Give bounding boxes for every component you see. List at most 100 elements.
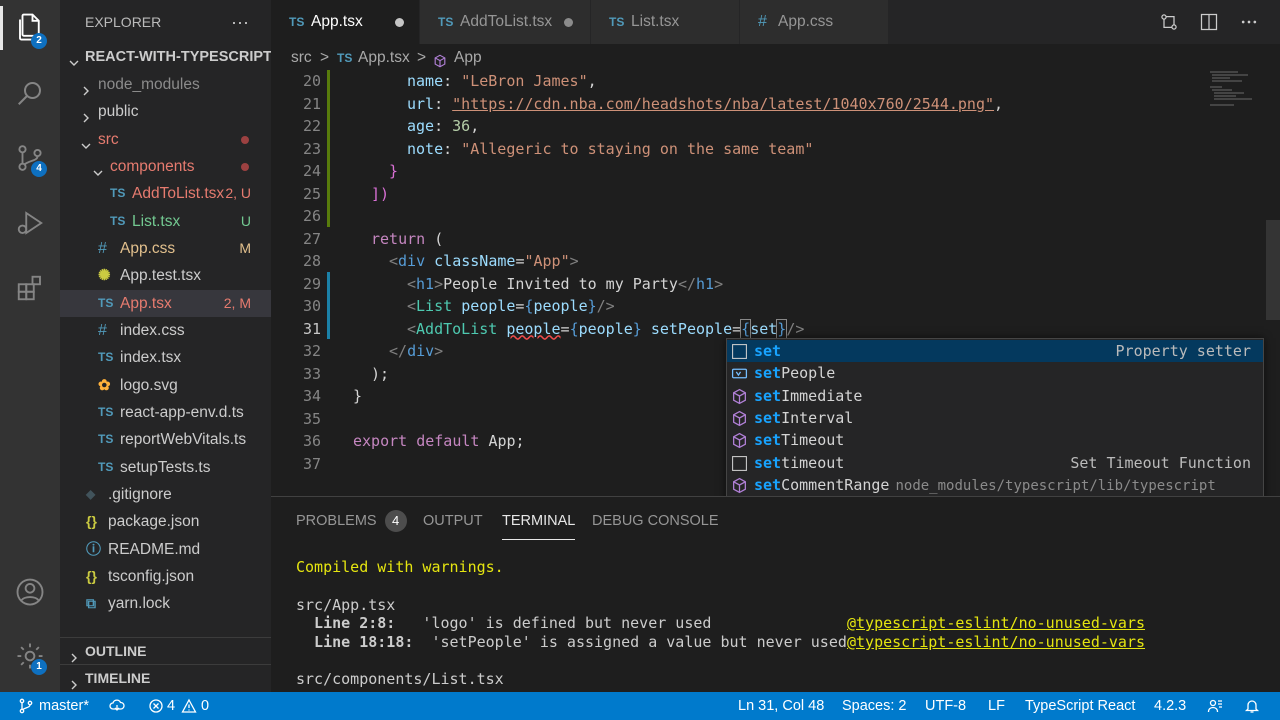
tree-item-label: List.tsx — [132, 213, 181, 230]
encoding[interactable]: UTF-8 — [925, 692, 966, 720]
suggestion-label: setInterval — [754, 407, 853, 429]
code-token: div — [407, 342, 435, 360]
git-status: 2, M — [223, 295, 251, 311]
git-branch-icon — [19, 698, 33, 714]
method-icon — [731, 432, 748, 449]
accounts-activity[interactable] — [0, 567, 60, 617]
css-file-icon: # — [98, 240, 107, 257]
tree-item-label: index.tsx — [120, 349, 182, 366]
explorer-sidebar: EXPLORER ··· REACT-WITH-TYPESCRIPT OUTLI… — [60, 0, 272, 692]
tree-item[interactable]: components — [60, 153, 271, 180]
minimap[interactable] — [1208, 70, 1268, 110]
code-token: h1 — [416, 274, 435, 293]
tree-item[interactable]: TS setupTests.ts — [60, 454, 271, 481]
tab-app-css[interactable]: # App.css — [740, 0, 889, 44]
tree-item[interactable]: # index.css — [60, 317, 271, 344]
code-token: } — [353, 387, 363, 405]
breadcrumb-symbol[interactable]: App — [454, 44, 482, 72]
ts-version[interactable]: 4.2.3 — [1154, 692, 1186, 720]
code-token: h1 — [696, 274, 715, 293]
explorer-activity[interactable]: 2 — [0, 2, 60, 52]
tree-item[interactable]: TS App.tsx 2, M — [60, 290, 271, 317]
extensions-activity[interactable] — [0, 263, 60, 313]
tree-item[interactable]: TS react-app-env.d.ts — [60, 399, 271, 426]
tab-problems[interactable]: PROBLEMS 4 — [296, 497, 407, 545]
bell-icon[interactable] — [1244, 698, 1260, 714]
open-changes-icon[interactable] — [1159, 12, 1179, 32]
editor-tabs: TS App.tsx TS AddToList.tsx TS List.tsx … — [271, 0, 1280, 44]
chevron-right-icon — [80, 79, 92, 96]
tab-debug-console[interactable]: DEBUG CONSOLE — [592, 497, 719, 545]
tab-output[interactable]: OUTPUT — [423, 497, 483, 545]
search-activity[interactable] — [0, 68, 60, 118]
tab-terminal[interactable]: TERMINAL — [502, 497, 576, 540]
suggestion-item[interactable]: setPeople — [727, 362, 1263, 384]
editor-scrollbar[interactable] — [1266, 220, 1280, 320]
source-control-activity[interactable]: 4 — [0, 133, 60, 183]
warning-position: Line 2:8: — [296, 614, 396, 632]
suggestion-type: Set Timeout Function — [1070, 453, 1251, 472]
feedback-icon[interactable] — [1207, 698, 1223, 714]
suggestion-label: setImmediate — [754, 385, 862, 407]
warning-position: Line 18:18: — [296, 633, 414, 651]
suggestion-match: set — [754, 342, 782, 360]
timeline-section[interactable]: TIMELINE — [60, 664, 271, 692]
tree-item[interactable]: TS index.tsx — [60, 344, 271, 371]
suggestion-item[interactable]: setInterval — [727, 407, 1263, 429]
end-of-line[interactable]: LF — [988, 692, 1005, 720]
unsaved-dot-icon[interactable] — [395, 18, 404, 27]
eslint-rule-link[interactable]: @typescript-eslint/no-unused-vars — [847, 614, 1145, 633]
tree-item[interactable]: ✺ App.test.tsx — [60, 262, 271, 289]
tree-item[interactable]: ✿ logo.svg — [60, 372, 271, 399]
tree-item[interactable]: TS AddToList.tsx 2, U — [60, 180, 271, 207]
tab-list-tsx[interactable]: TS List.tsx — [591, 0, 740, 44]
code-token: note — [407, 139, 444, 158]
more-actions-button[interactable]: ··· — [231, 0, 249, 44]
split-editor-icon[interactable] — [1199, 12, 1219, 32]
tree-item[interactable]: TS List.tsx U — [60, 208, 271, 235]
unsaved-dot-icon[interactable] — [564, 18, 573, 27]
tree-item[interactable]: {} tsconfig.json — [60, 563, 271, 590]
tree-item[interactable]: {} package.json — [60, 508, 271, 535]
git-branch[interactable]: master* — [39, 692, 89, 720]
outline-section[interactable]: OUTLINE — [60, 637, 271, 665]
language-mode[interactable]: TypeScript React — [1025, 692, 1135, 720]
tree-item[interactable]: # App.css M — [60, 235, 271, 262]
suggestion-match: set — [754, 364, 782, 383]
suggestion-item[interactable]: settimeout Set Timeout Function — [727, 452, 1263, 474]
code-token: App; — [488, 432, 525, 450]
breadcrumb-folder[interactable]: src — [291, 44, 312, 72]
code-token: people — [533, 297, 588, 315]
error-count[interactable]: 4 — [167, 692, 175, 720]
tab-app-tsx[interactable]: TS App.tsx — [271, 0, 420, 44]
tree-item-label: src — [98, 131, 119, 148]
info-file-icon: ⓘ — [86, 541, 102, 558]
suggestion-item[interactable]: set Property setter — [727, 340, 1263, 363]
code-line: <h1>People Invited to my Party</h1> — [407, 274, 724, 293]
sync-icon[interactable] — [109, 698, 125, 714]
tree-item[interactable]: node_modules — [60, 71, 271, 98]
suggestion-item[interactable]: setImmediate — [727, 385, 1263, 407]
eslint-rule-link[interactable]: @typescript-eslint/no-unused-vars — [847, 633, 1145, 652]
code-token: people — [461, 297, 516, 315]
tree-item[interactable]: ⓘ README.md — [60, 536, 271, 563]
indentation[interactable]: Spaces: 2 — [842, 692, 907, 720]
code-token: ( — [425, 229, 444, 248]
suggestion-item[interactable]: setTimeout — [727, 429, 1263, 451]
manage-activity[interactable]: 1 — [0, 631, 60, 681]
more-icon[interactable] — [1239, 12, 1259, 32]
tree-item[interactable]: ⧉ yarn.lock — [60, 590, 271, 617]
tree-item[interactable]: src — [60, 126, 271, 153]
tab-addtolist-tsx[interactable]: TS AddToList.tsx — [420, 0, 591, 44]
warning-count[interactable]: 0 — [201, 692, 209, 720]
tree-item[interactable]: TS reportWebVitals.ts — [60, 426, 271, 453]
cursor-position[interactable]: Ln 31, Col 48 — [738, 692, 824, 720]
tree-item[interactable]: public — [60, 98, 271, 125]
warning-icon — [181, 698, 197, 713]
run-debug-icon — [17, 211, 43, 235]
breadcrumb-file[interactable]: App.tsx — [358, 44, 410, 72]
suggestion-item[interactable]: setCommentRange node_modules/typescript/l… — [727, 474, 1263, 496]
tree-item[interactable]: ◆ .gitignore — [60, 481, 271, 508]
run-debug-activity[interactable] — [0, 198, 60, 248]
project-folder[interactable]: REACT-WITH-TYPESCRIPT — [60, 44, 272, 71]
